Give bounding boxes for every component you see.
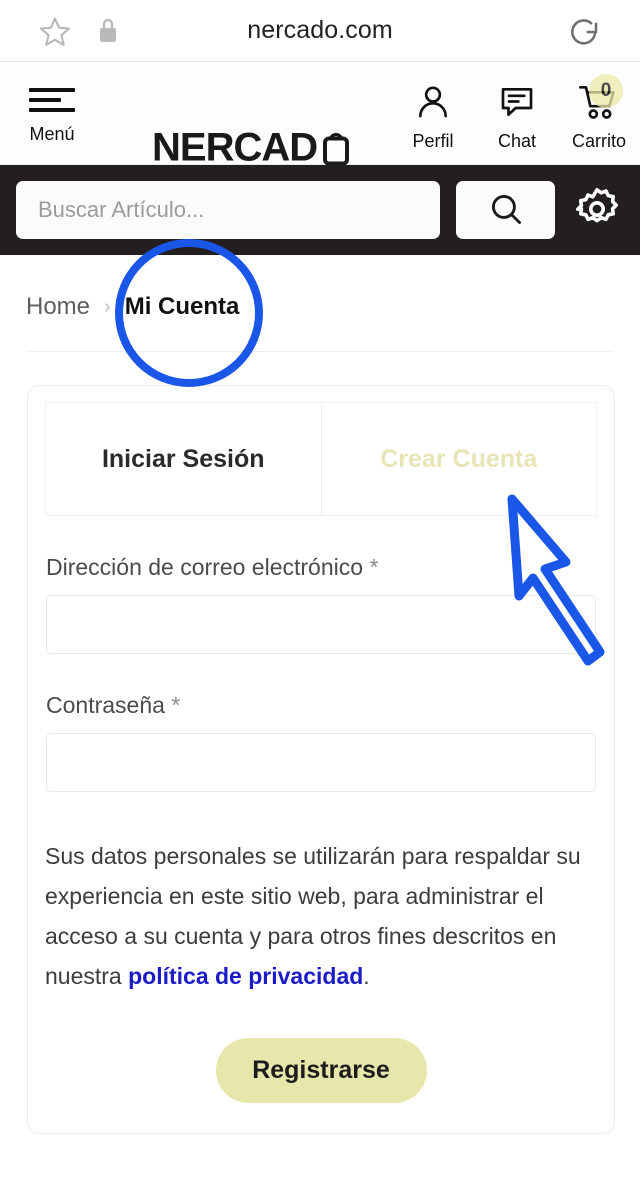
password-required-marker: * (171, 692, 181, 718)
menu-button[interactable]: Menú (16, 82, 88, 145)
hamburger-icon (29, 82, 75, 118)
email-label-text: Dirección de correo electrónico (46, 554, 364, 580)
gear-icon (573, 185, 621, 236)
registrarse-button[interactable]: Registrarse (215, 1038, 427, 1103)
privacy-text-after: . (363, 963, 370, 989)
header-action-carrito[interactable]: 0 Carrito (562, 74, 636, 152)
header-action-label: Chat (497, 131, 537, 151)
password-input[interactable] (46, 733, 596, 792)
search-icon (488, 191, 524, 230)
email-required-marker: * (369, 554, 379, 580)
tab-crear-cuenta[interactable]: Crear Cuenta (321, 403, 596, 515)
header-action-perfil[interactable]: Perfil (396, 82, 470, 152)
breadcrumb-current: Mi Cuenta (124, 293, 240, 320)
user-icon (413, 82, 453, 127)
menu-label: Menú (29, 124, 75, 144)
tab-iniciar-sesion[interactable]: Iniciar Sesión (46, 403, 322, 515)
privacy-notice: Sus datos personales se utilizarán para … (45, 836, 597, 996)
cart-badge-count: 0 (600, 80, 612, 101)
chat-bubble-icon (497, 82, 537, 127)
header-action-label: Carrito (571, 131, 626, 151)
cart-badge: 0 (589, 74, 623, 108)
password-label-text: Contraseña (46, 692, 165, 718)
shopping-cart-icon: 0 (577, 74, 623, 127)
header-action-label: Perfil (412, 131, 454, 151)
search-bar (0, 165, 640, 255)
field-group-password: Contraseña * (45, 692, 597, 792)
brand-logo[interactable]: NERCAD (152, 126, 353, 171)
header-action-chat[interactable]: Chat (480, 82, 554, 152)
search-input[interactable] (16, 181, 440, 239)
breadcrumb-divider (26, 351, 614, 352)
page-body: Home › Mi Cuenta Iniciar Sesión Crear Cu… (0, 255, 640, 1134)
site-header: Menú NERCAD Perfil Chat 0 Carrito (0, 62, 640, 170)
password-field-label: Contraseña * (46, 692, 596, 719)
field-group-email: Dirección de correo electrónico * (45, 554, 597, 654)
brand-text: NERCAD (152, 125, 318, 170)
shopping-bag-icon (319, 126, 353, 171)
privacy-policy-link[interactable]: política de privacidad (128, 963, 363, 989)
breadcrumb: Home › Mi Cuenta (0, 255, 640, 321)
account-card: Iniciar Sesión Crear Cuenta Dirección de… (27, 385, 615, 1134)
breadcrumb-home[interactable]: Home (26, 293, 90, 321)
tab-bar: Iniciar Sesión Crear Cuenta (45, 402, 597, 516)
lock-icon[interactable] (96, 16, 120, 51)
email-input[interactable] (46, 595, 596, 654)
browser-toolbar: nercado.com (0, 0, 640, 62)
star-icon[interactable] (36, 14, 74, 55)
settings-button[interactable] (571, 184, 623, 236)
breadcrumb-separator: › (104, 295, 111, 318)
reload-icon[interactable] (566, 14, 602, 55)
email-field-label: Dirección de correo electrónico * (46, 554, 596, 581)
search-button[interactable] (456, 181, 555, 239)
